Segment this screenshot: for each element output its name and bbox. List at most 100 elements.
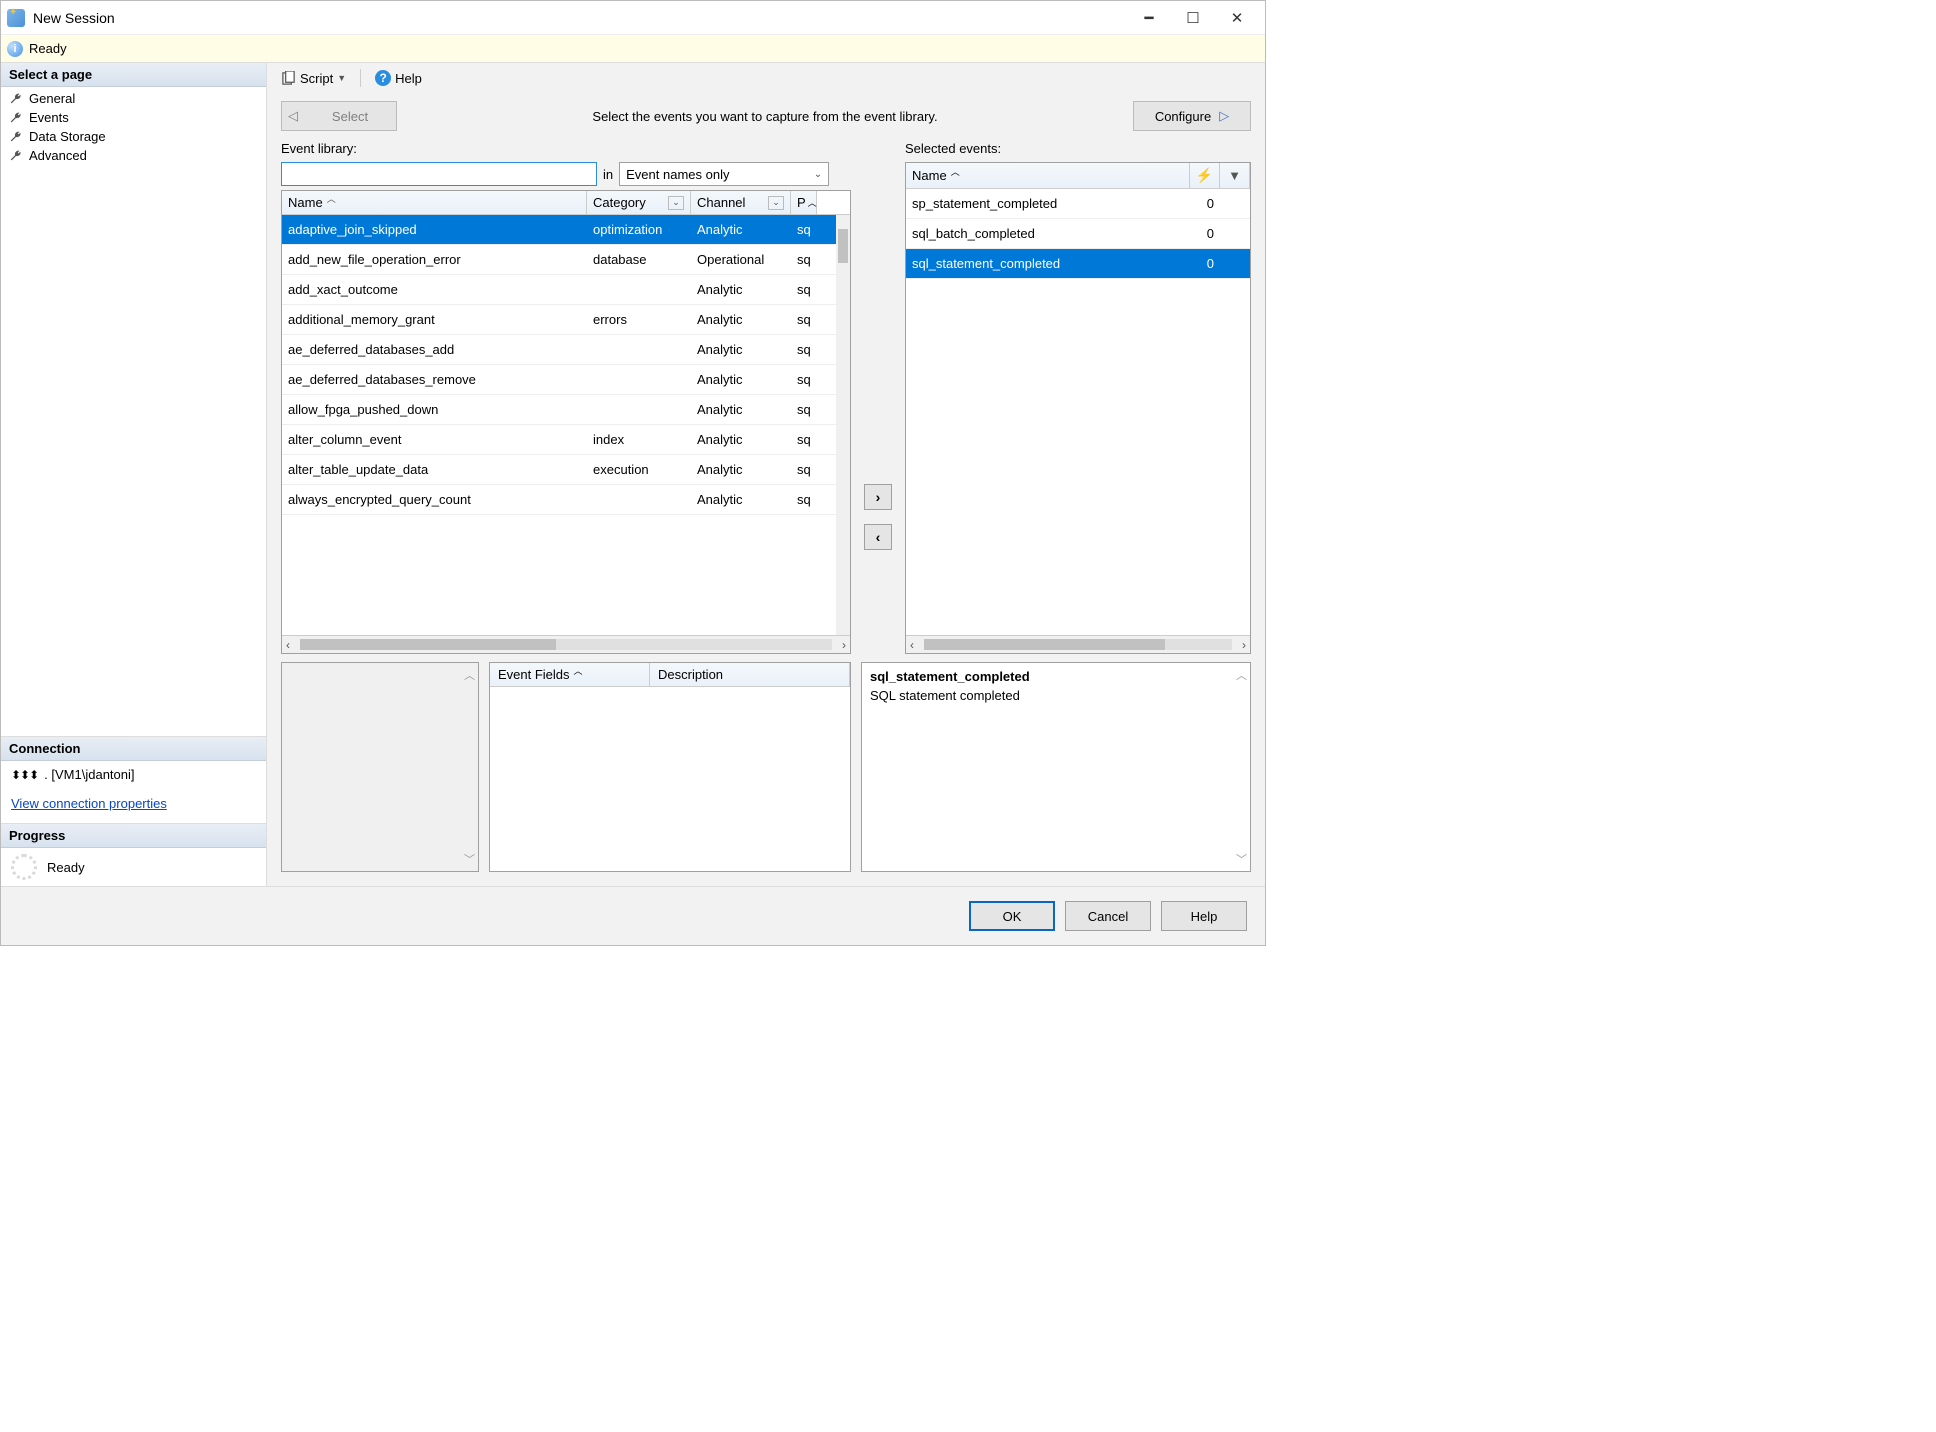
col-channel[interactable]: Channel⌄: [691, 191, 791, 214]
detail-fields: Event Fields︿ Description: [489, 662, 851, 872]
sel-col-name[interactable]: Name︿: [906, 163, 1190, 188]
nav-item-general[interactable]: General: [1, 89, 266, 108]
cell-channel: Analytic: [691, 338, 791, 361]
cell-p: sq: [791, 308, 817, 331]
triangle-right-icon: ▷: [1219, 108, 1229, 124]
selected-grid-body[interactable]: sp_statement_completed0sql_batch_complet…: [906, 189, 1250, 635]
body: Select a page GeneralEventsData StorageA…: [1, 63, 1265, 886]
script-button[interactable]: Script ▼: [275, 69, 352, 88]
col-name[interactable]: Name︿: [282, 191, 587, 214]
col-category[interactable]: Category⌄: [587, 191, 691, 214]
selected-row[interactable]: sql_batch_completed0: [906, 219, 1250, 249]
select-label: Select: [304, 109, 396, 124]
library-row[interactable]: add_new_file_operation_errordatabaseOper…: [282, 245, 850, 275]
selected-row[interactable]: sp_statement_completed0: [906, 189, 1250, 219]
cell-filter: [1220, 260, 1250, 268]
configure-button[interactable]: Configure ▷: [1133, 101, 1251, 131]
cell-category: [587, 376, 691, 384]
sel-col-filter[interactable]: ▼: [1220, 163, 1250, 188]
cancel-button[interactable]: Cancel: [1065, 901, 1151, 931]
library-grid-body[interactable]: adaptive_join_skippedoptimizationAnalyti…: [282, 215, 850, 635]
cell-category: [587, 286, 691, 294]
sel-col-actions[interactable]: ⚡: [1190, 163, 1220, 188]
remove-event-button[interactable]: ‹: [864, 524, 892, 550]
library-row[interactable]: always_encrypted_query_countAnalyticsq: [282, 485, 850, 515]
scroll-up-icon[interactable]: ︿: [1236, 667, 1247, 683]
cell-name: ae_deferred_databases_remove: [282, 368, 587, 391]
detail-description: sql_statement_completed SQL statement co…: [861, 662, 1251, 872]
filter-dropdown[interactable]: Event names only ⌄: [619, 162, 829, 186]
back-select-button[interactable]: ◁ Select: [281, 101, 397, 131]
chevron-down-icon[interactable]: ⌄: [768, 196, 784, 210]
library-row[interactable]: adaptive_join_skippedoptimizationAnalyti…: [282, 215, 850, 245]
selected-hscroll[interactable]: ‹›: [906, 635, 1250, 653]
cell-name: alter_column_event: [282, 428, 587, 451]
library-row[interactable]: add_xact_outcomeAnalyticsq: [282, 275, 850, 305]
status-text: Ready: [29, 41, 67, 56]
cell-channel: Analytic: [691, 458, 791, 481]
close-button[interactable]: ✕: [1215, 3, 1259, 33]
search-input[interactable]: [286, 166, 592, 183]
help-button[interactable]: Help: [1161, 901, 1247, 931]
sort-asc-icon: ︿: [951, 165, 960, 178]
library-row[interactable]: alter_table_update_dataexecutionAnalytic…: [282, 455, 850, 485]
cell-filter: [1220, 230, 1250, 238]
minimize-button[interactable]: ━: [1127, 3, 1171, 33]
selected-events-label: Selected events:: [905, 139, 1251, 158]
library-column: Event library: in Event names only ⌄: [281, 139, 851, 654]
cell-category: [587, 406, 691, 414]
wrench-icon: [9, 149, 23, 163]
nav-item-advanced[interactable]: Advanced: [1, 146, 266, 165]
event-fields-header[interactable]: Event Fields︿: [490, 663, 650, 686]
scroll-down-icon[interactable]: ﹀: [464, 851, 475, 867]
cell-p: sq: [791, 398, 817, 421]
nav-label: Events: [29, 110, 69, 125]
cell-p: sq: [791, 368, 817, 391]
nav-item-data-storage[interactable]: Data Storage: [1, 127, 266, 146]
titlebar: New Session ━ ☐ ✕: [1, 1, 1265, 35]
library-row[interactable]: additional_memory_granterrorsAnalyticsq: [282, 305, 850, 335]
description-header[interactable]: Description: [650, 663, 850, 686]
library-row[interactable]: ae_deferred_databases_removeAnalyticsq: [282, 365, 850, 395]
app-icon: [7, 9, 25, 27]
instruction-text: Select the events you want to capture fr…: [397, 109, 1133, 124]
chevron-down-icon[interactable]: ⌄: [668, 196, 684, 210]
help-icon: ?: [375, 70, 391, 86]
cell-name: alter_table_update_data: [282, 458, 587, 481]
scroll-up-icon[interactable]: ︿: [464, 667, 475, 683]
library-grid: Name︿ Category⌄ Channel⌄ P︿ adaptive_joi…: [281, 190, 851, 654]
cell-channel: Operational: [691, 248, 791, 271]
library-row[interactable]: alter_column_eventindexAnalyticsq: [282, 425, 850, 455]
cell-channel: Analytic: [691, 278, 791, 301]
configure-label: Configure: [1155, 109, 1211, 124]
detail-title: sql_statement_completed: [862, 663, 1250, 686]
library-row[interactable]: ae_deferred_databases_addAnalyticsq: [282, 335, 850, 365]
detail-desc: SQL statement completed: [862, 686, 1250, 705]
cell-name: sp_statement_completed: [906, 192, 1190, 215]
help-label: Help: [395, 71, 422, 86]
nav-item-events[interactable]: Events: [1, 108, 266, 127]
add-event-button[interactable]: ›: [864, 484, 892, 510]
scroll-down-icon[interactable]: ﹀: [1236, 851, 1247, 867]
wrench-icon: [9, 92, 23, 106]
help-button[interactable]: ? Help: [369, 68, 428, 88]
cell-channel: Analytic: [691, 218, 791, 241]
in-label: in: [603, 167, 613, 182]
col-p[interactable]: P︿: [791, 191, 817, 214]
cell-count: 0: [1190, 252, 1220, 275]
cell-name: adaptive_join_skipped: [282, 218, 587, 241]
cell-channel: Analytic: [691, 398, 791, 421]
cell-name: sql_batch_completed: [906, 222, 1190, 245]
library-scrollbar[interactable]: [836, 215, 850, 635]
view-connection-properties-link[interactable]: View connection properties: [11, 796, 167, 811]
cell-p: sq: [791, 248, 817, 271]
library-row[interactable]: allow_fpga_pushed_downAnalyticsq: [282, 395, 850, 425]
transfer-column: › ‹: [861, 139, 895, 654]
ok-button[interactable]: OK: [969, 901, 1055, 931]
cell-category: database: [587, 248, 691, 271]
wrench-icon: [9, 130, 23, 144]
selected-row[interactable]: sql_statement_completed0: [906, 249, 1250, 279]
library-hscroll[interactable]: ‹›: [282, 635, 850, 653]
maximize-button[interactable]: ☐: [1171, 3, 1215, 33]
sort-asc-icon: ︿: [327, 192, 336, 205]
